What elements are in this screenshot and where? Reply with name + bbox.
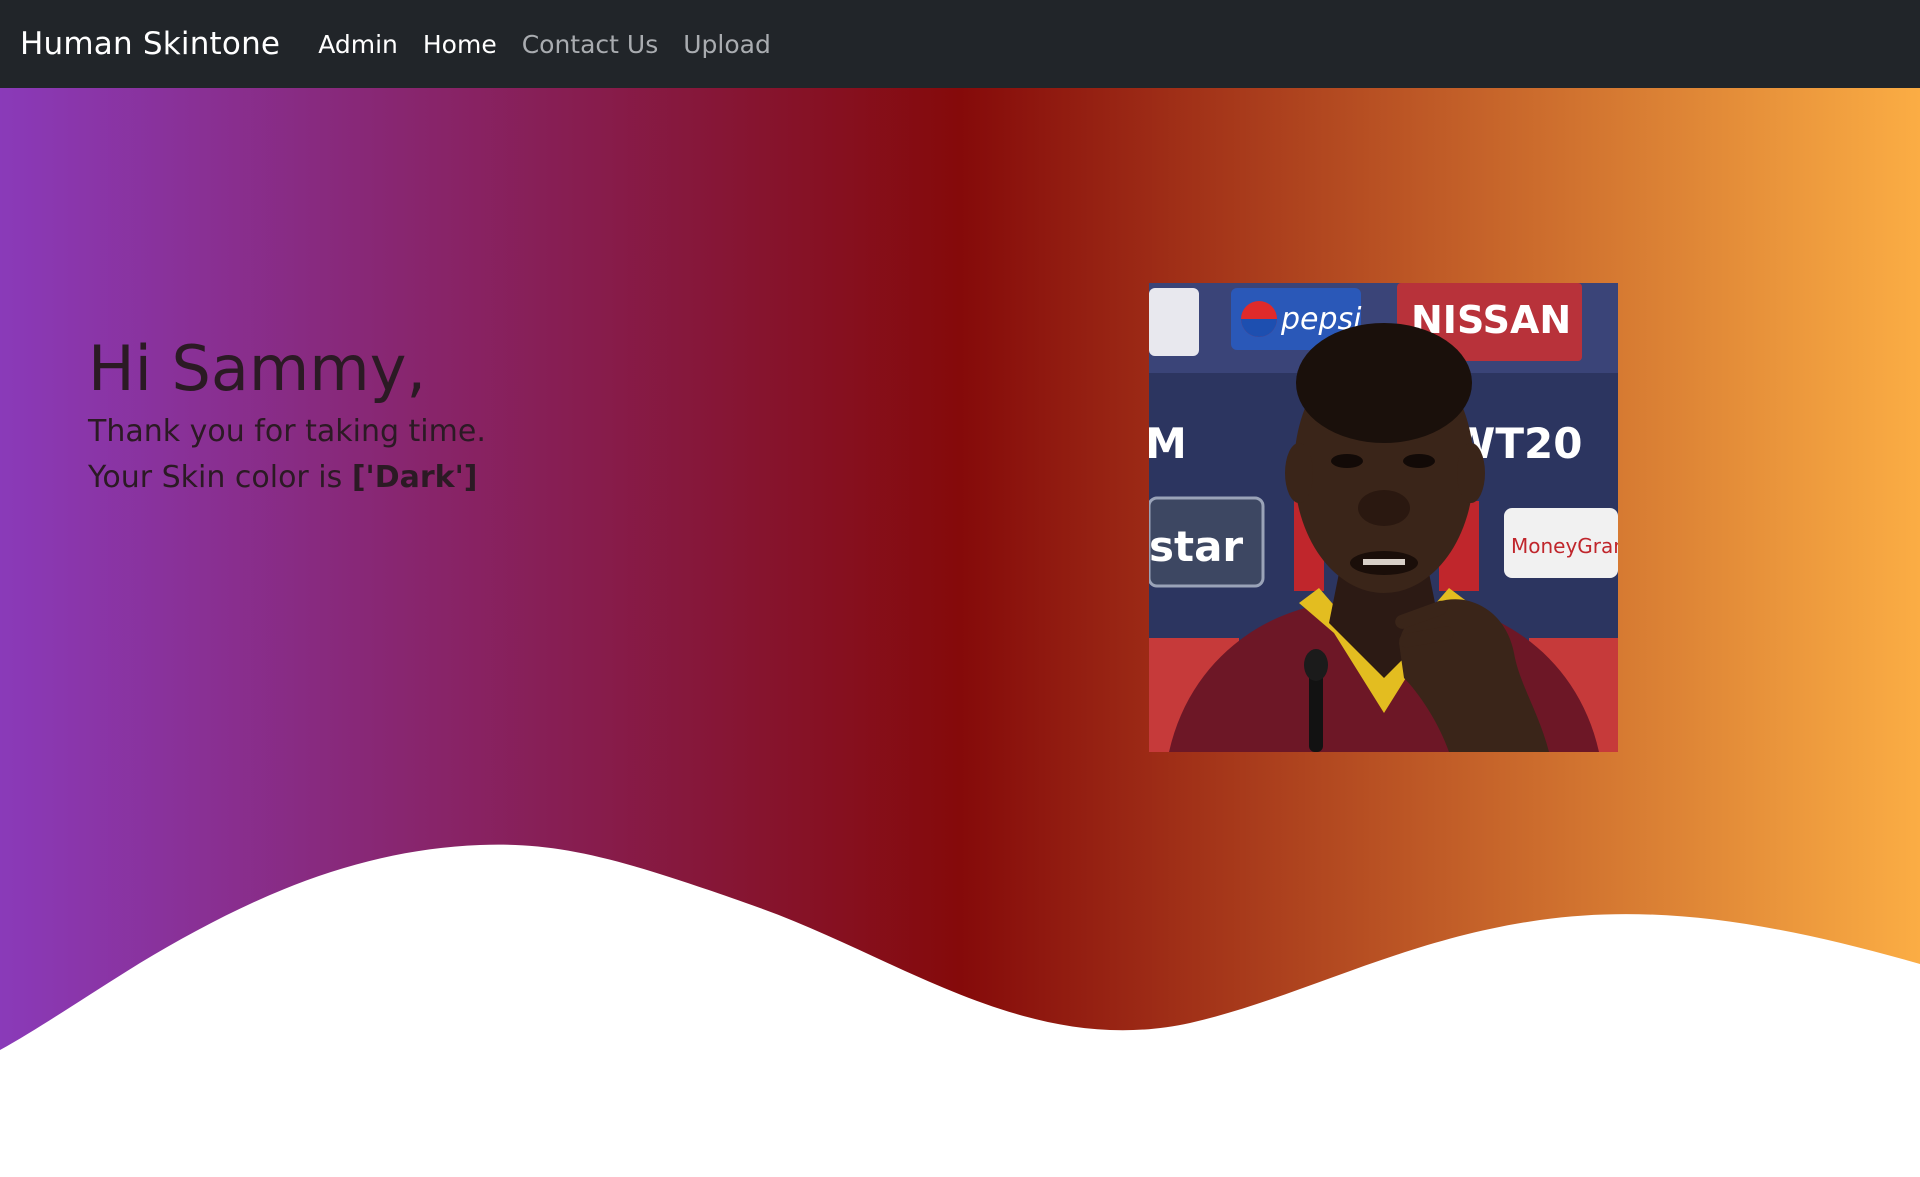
sponsor-star: star (1149, 522, 1243, 571)
brand-link[interactable]: Human Skintone (20, 26, 280, 62)
nav-link-contact-us[interactable]: Contact Us (522, 30, 659, 59)
svg-text:M: M (1149, 419, 1187, 468)
navbar: Human Skintone Admin Home Contact Us Upl… (0, 0, 1920, 88)
nav-link-home[interactable]: Home (423, 30, 497, 59)
greeting-block: Hi Sammy, Thank you for taking time. You… (88, 329, 486, 501)
nav-link-upload[interactable]: Upload (683, 30, 771, 59)
nav-link-admin[interactable]: Admin (318, 30, 398, 59)
result-prefix: Your Skin color is (88, 460, 343, 495)
face-photo-illustration: pepsi NISSAN WT20 M star MoneyGram (1149, 283, 1618, 752)
result-line: Your Skin color is ['Dark'] (88, 455, 486, 501)
hero-wave-background (0, 88, 1920, 1050)
uploaded-face-photo: pepsi NISSAN WT20 M star MoneyGram (1149, 283, 1618, 752)
greeting-heading: Hi Sammy, (88, 332, 427, 405)
thanks-text: Thank you for taking time. (88, 414, 486, 449)
hero-section: Hi Sammy, Thank you for taking time. You… (0, 88, 1920, 1177)
sponsor-moneygram: MoneyGram (1511, 534, 1618, 558)
skin-color-result: ['Dark'] (351, 460, 478, 495)
